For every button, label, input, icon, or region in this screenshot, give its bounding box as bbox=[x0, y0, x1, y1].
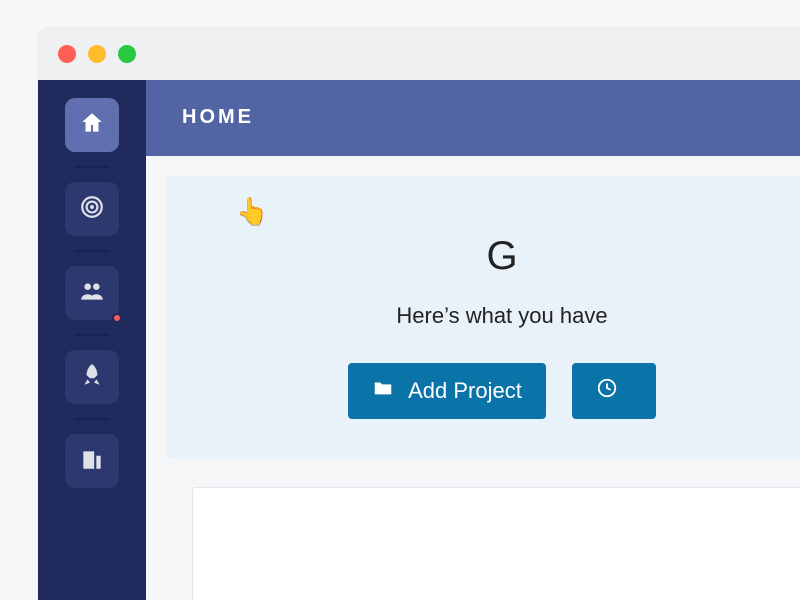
team-icon bbox=[79, 278, 105, 309]
hero-subtitle: Here’s what you have bbox=[206, 303, 798, 329]
app-window: HOME 👆 G Here’s what you have Add Projec… bbox=[38, 28, 800, 600]
secondary-action-button[interactable] bbox=[572, 363, 656, 419]
sidebar-divider bbox=[75, 250, 109, 252]
hero-panel: 👆 G Here’s what you have Add Project bbox=[166, 176, 800, 459]
window-zoom-button[interactable] bbox=[118, 45, 136, 63]
hero-title: G bbox=[206, 234, 798, 279]
window-titlebar bbox=[38, 28, 800, 80]
folder-icon bbox=[372, 377, 394, 405]
building-icon bbox=[79, 446, 105, 477]
hero-actions: Add Project bbox=[206, 363, 798, 419]
window-minimize-button[interactable] bbox=[88, 45, 106, 63]
sidebar-item-launch[interactable] bbox=[65, 350, 119, 404]
page-header: HOME bbox=[146, 80, 800, 156]
clock-icon bbox=[596, 377, 618, 405]
content-card bbox=[192, 487, 800, 600]
window-close-button[interactable] bbox=[58, 45, 76, 63]
target-icon bbox=[79, 194, 105, 225]
add-project-label: Add Project bbox=[408, 378, 522, 404]
sidebar-divider bbox=[75, 418, 109, 420]
page-title: HOME bbox=[182, 106, 254, 129]
home-icon bbox=[79, 110, 105, 141]
notification-badge bbox=[112, 313, 122, 323]
add-project-button[interactable]: Add Project bbox=[348, 363, 546, 419]
main-content: HOME 👆 G Here’s what you have Add Projec… bbox=[146, 80, 800, 600]
sidebar-item-home[interactable] bbox=[65, 98, 119, 152]
sidebar-divider bbox=[75, 334, 109, 336]
rocket-icon bbox=[79, 362, 105, 393]
sidebar-item-company[interactable] bbox=[65, 434, 119, 488]
sidebar-item-team[interactable] bbox=[65, 266, 119, 320]
cursor-pointer-icon: 👆 bbox=[236, 196, 268, 227]
sidebar-item-goals[interactable] bbox=[65, 182, 119, 236]
sidebar-divider bbox=[75, 166, 109, 168]
sidebar bbox=[38, 80, 146, 600]
